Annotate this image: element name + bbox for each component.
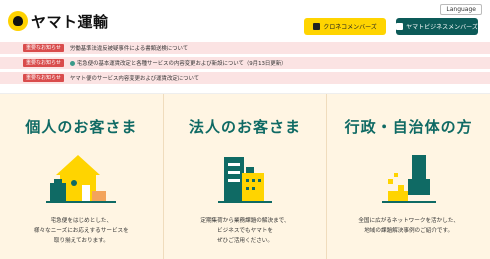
- notice-item[interactable]: 重要なお知らせ 宅急便の基本運賃改定と各種サービスの内容変更および新設について（…: [0, 57, 490, 70]
- update-icon: [69, 60, 75, 66]
- customer-panels: 個人のお客さま 宅急便をはじめとした、 様々なニーズにお応えするサービスを 取り…: [0, 93, 490, 259]
- panel-corporate[interactable]: 法人のお客さま 定期集荷から業務課題の解決まで、 ビジネスでもヤマトを ぜひご活…: [162, 94, 327, 259]
- panel-title: 行政・自治体の方: [344, 118, 473, 136]
- panel-title: 個人のお客さま: [25, 118, 138, 136]
- kuroneko-members-label: クロネコメンバーズ: [323, 24, 377, 31]
- notice-link[interactable]: 宅急便の基本運賃改定と各種サービスの内容変更および新設について（9月13日更新）: [77, 59, 287, 67]
- notice-link[interactable]: ヤマト便のサービス内容変更および運賃改定について: [70, 74, 199, 82]
- black-cat-logo-icon: [8, 11, 28, 31]
- notice-item[interactable]: 重要なお知らせ ヤマト便のサービス内容変更および運賃改定について: [0, 72, 490, 85]
- business-icon: [396, 23, 404, 30]
- logo-text: ヤマト運輸: [31, 12, 109, 31]
- important-notices: 重要なお知らせ 労働基準法違反被疑事件による書類送検について 重要なお知らせ 宅…: [0, 42, 490, 87]
- business-members-button[interactable]: ヤマトビジネスメンバーズ: [396, 18, 478, 35]
- important-badge: 重要なお知らせ: [23, 59, 64, 67]
- yamato-logo[interactable]: ヤマト運輸: [8, 11, 109, 31]
- panel-individual[interactable]: 個人のお客さま 宅急便をはじめとした、 様々なニーズにお応えするサービスを 取り…: [0, 94, 163, 259]
- notice-link[interactable]: 労働基準法違反被疑事件による書類送検について: [70, 44, 188, 52]
- panel-description: 定期集荷から業務課題の解決まで、 ビジネスでもヤマトを ぜひご活用ください。: [200, 218, 290, 244]
- panel-government[interactable]: 行政・自治体の方 全国に広がるネットワークを活かした、 地域の課題解決事例のご紹…: [326, 94, 490, 259]
- important-badge: 重要なお知らせ: [23, 44, 64, 52]
- kuroneko-members-button[interactable]: クロネコメンバーズ: [304, 18, 386, 35]
- house-icon: [46, 155, 117, 203]
- language-button[interactable]: Language: [440, 4, 482, 15]
- notice-item[interactable]: 重要なお知らせ 労働基準法違反被疑事件による書類送検について: [0, 42, 490, 55]
- building-icon: [218, 157, 272, 203]
- member-icon: [313, 23, 321, 30]
- business-members-label: ヤマトビジネスメンバーズ: [406, 24, 478, 31]
- community-icon: [381, 155, 436, 203]
- panel-description: 宅急便をはじめとした、 様々なニーズにお応えするサービスを 取り揃えております。: [33, 218, 129, 244]
- important-badge: 重要なお知らせ: [23, 74, 64, 82]
- panel-title: 法人のお客さま: [189, 118, 302, 136]
- panel-description: 全国に広がるネットワークを活かした、 地域の課題解決事例のご紹介です。: [358, 218, 460, 234]
